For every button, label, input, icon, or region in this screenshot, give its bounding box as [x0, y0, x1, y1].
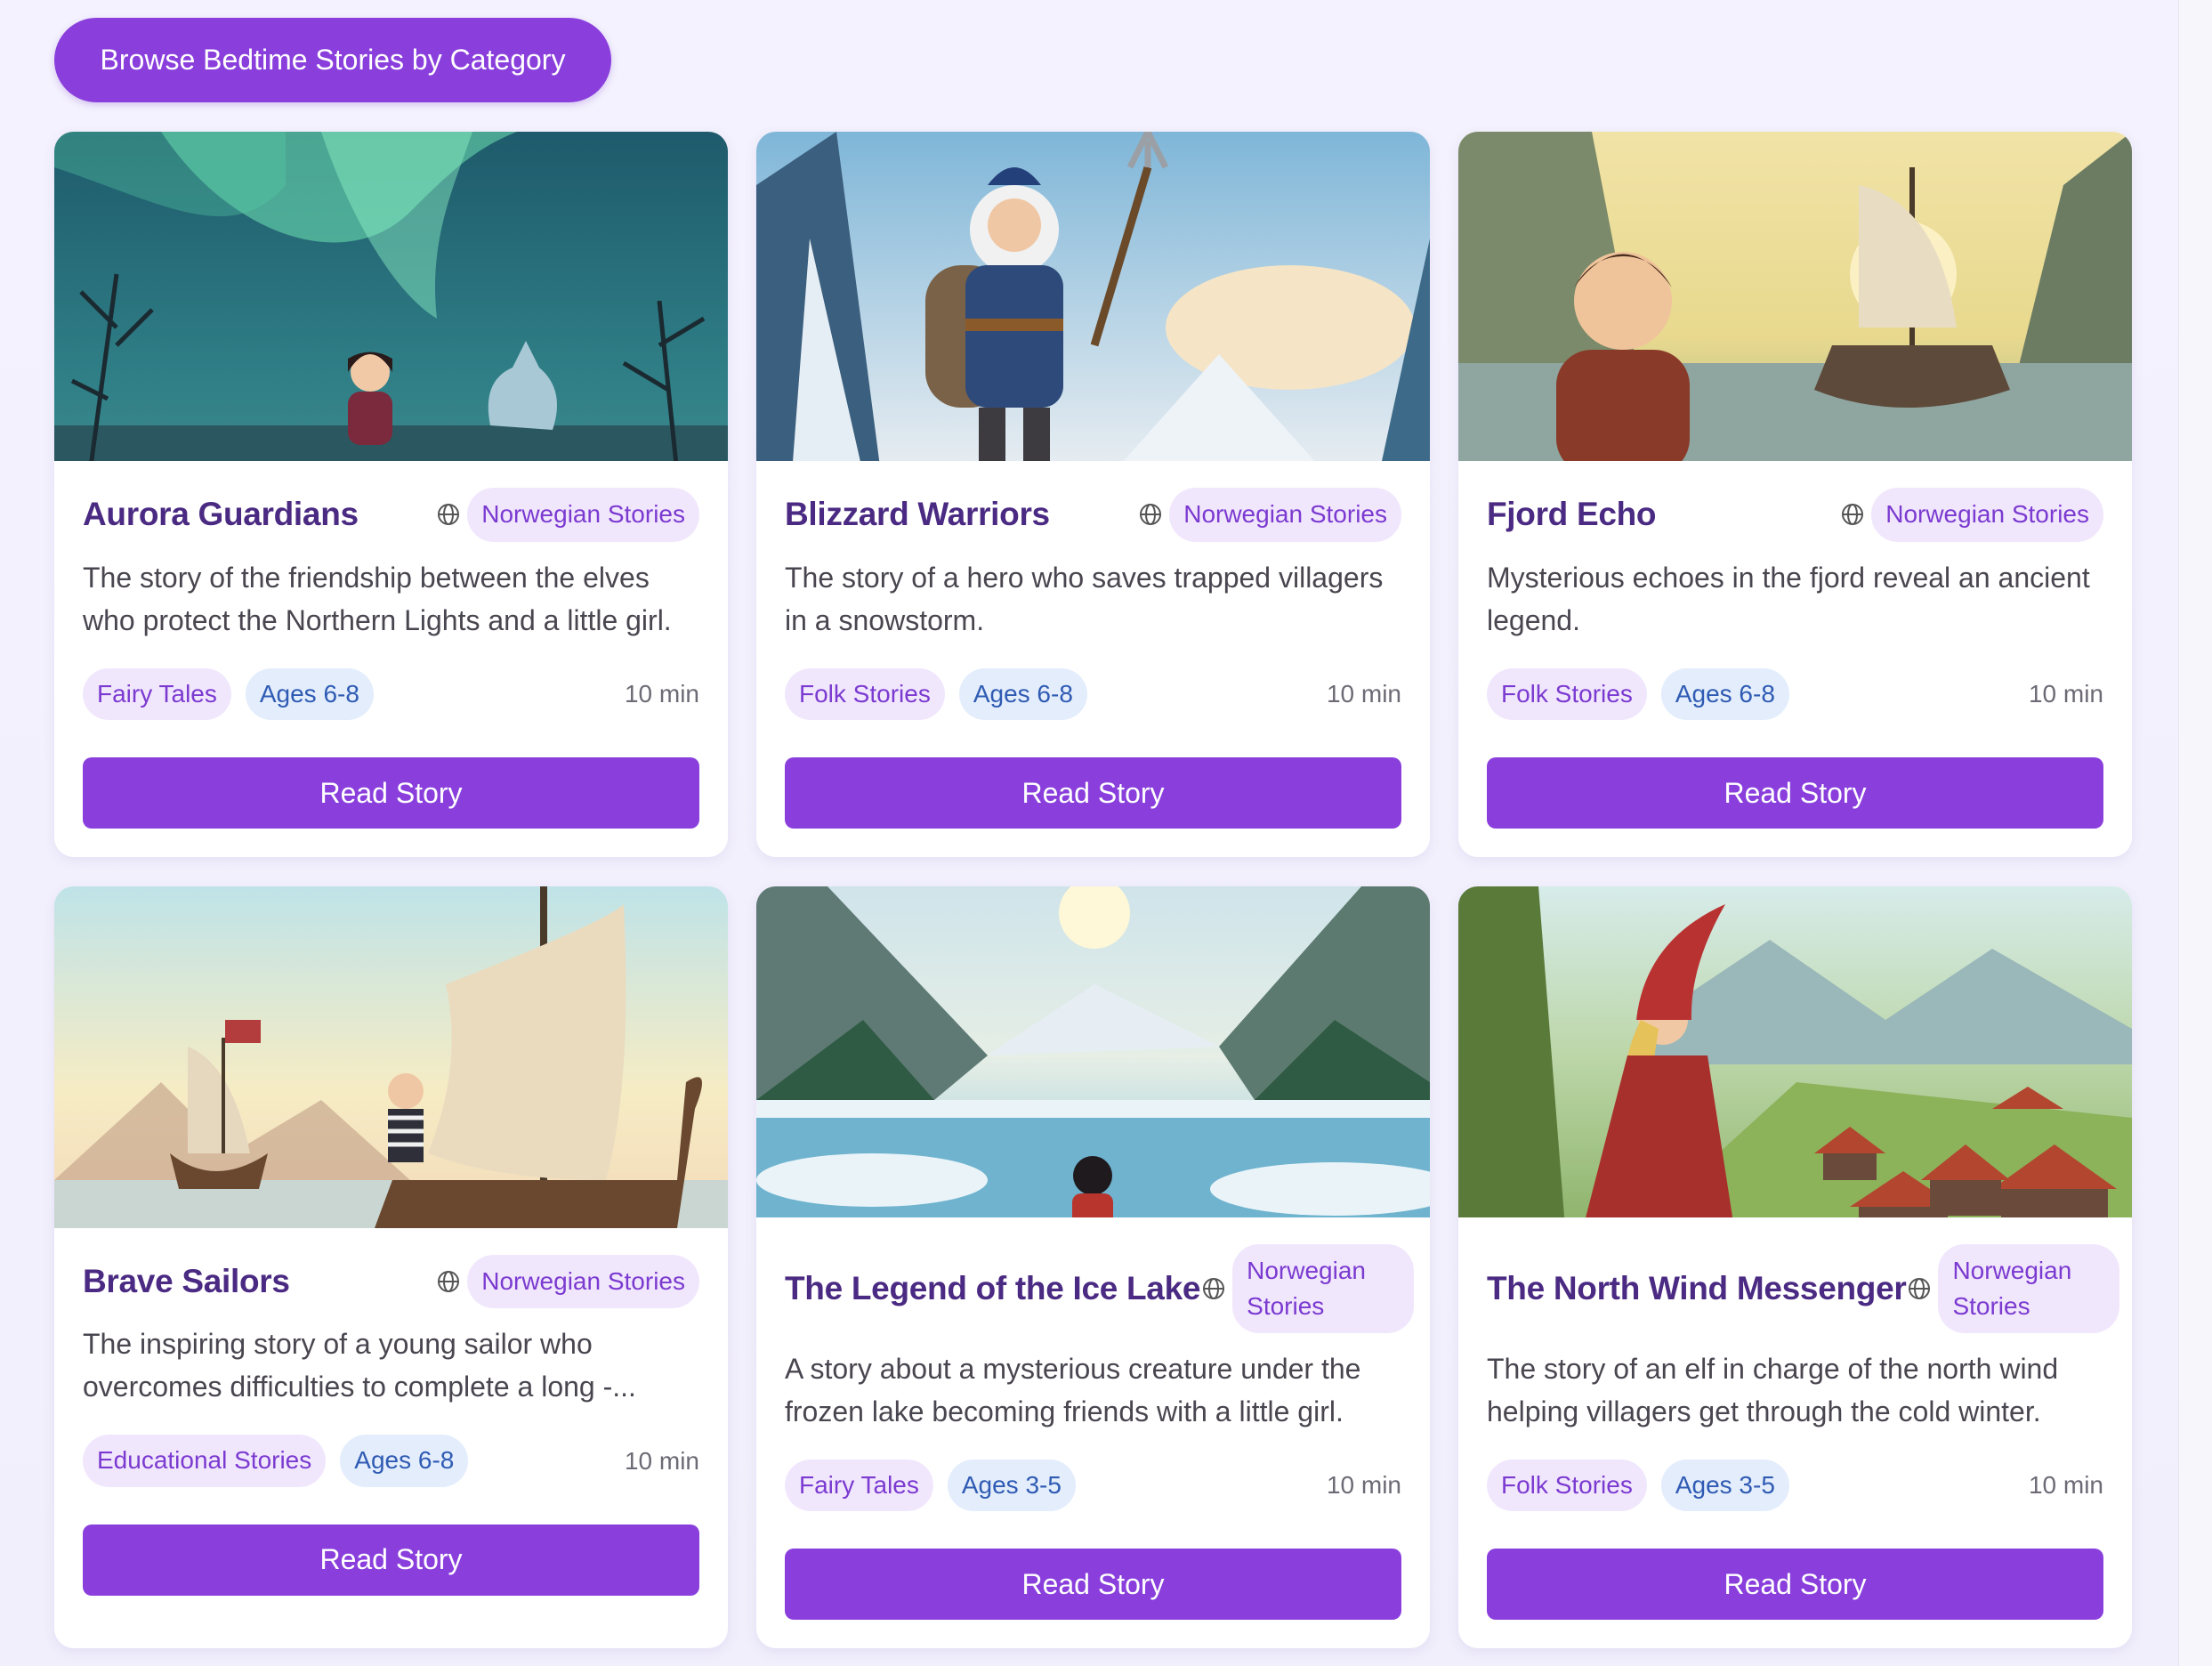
story-title[interactable]: The Legend of the Ice Lake	[785, 1270, 1200, 1307]
story-illustration[interactable]	[756, 886, 1430, 1217]
origin-tag: Norwegian Stories	[1938, 1243, 2120, 1333]
origin-tag: Norwegian Stories	[1169, 488, 1401, 542]
age-tag: Ages 3-5	[1660, 1459, 1789, 1511]
story-browser-page: Browse Bedtime Stories by Category Auror…	[0, 0, 2212, 1666]
story-card[interactable]: Brave Sailors Norwegian Stories The insp…	[54, 886, 728, 1648]
age-tag: Ages 6-8	[1660, 667, 1789, 720]
story-title[interactable]: Fjord Echo	[1487, 496, 1657, 533]
age-tag: Ages 6-8	[340, 1435, 469, 1487]
story-description: The story of a hero who saves trapped vi…	[785, 561, 1384, 636]
story-title[interactable]: Brave Sailors	[83, 1263, 290, 1300]
category-tag[interactable]: Fairy Tales	[83, 667, 231, 720]
category-tag[interactable]: Folk Stories	[785, 667, 945, 720]
globe-icon	[1137, 501, 1164, 528]
read-story-button[interactable]: Read Story	[1487, 757, 2103, 829]
story-title[interactable]: The North Wind Messenger	[1487, 1270, 1907, 1307]
globe-icon	[1200, 1275, 1227, 1302]
origin-tag: Norwegian Stories	[1232, 1243, 1415, 1333]
story-illustration[interactable]	[756, 132, 1430, 462]
globe-icon	[1839, 501, 1866, 528]
story-description: The story of the friendship between the …	[83, 561, 672, 636]
category-tag[interactable]: Folk Stories	[1487, 1459, 1647, 1511]
duration-label: 10 min	[1326, 679, 1401, 708]
story-description: Mysterious echoes in the fjord reveal an…	[1487, 561, 2090, 636]
origin-tag: Norwegian Stories	[467, 488, 699, 542]
globe-icon	[435, 1268, 462, 1295]
read-story-button[interactable]: Read Story	[785, 1549, 1401, 1620]
duration-label: 10 min	[1326, 1470, 1401, 1499]
duration-label: 10 min	[624, 1446, 699, 1475]
globe-icon	[435, 501, 462, 528]
read-story-button[interactable]: Read Story	[83, 1524, 699, 1596]
story-card[interactable]: Blizzard Warriors Norwegian Stories The …	[756, 132, 1430, 857]
category-tag[interactable]: Folk Stories	[1487, 667, 1647, 720]
story-description: A story about a mysterious creature unde…	[785, 1352, 1361, 1427]
story-title[interactable]: Aurora Guardians	[83, 496, 359, 533]
story-illustration[interactable]	[1458, 132, 2132, 462]
story-description: The inspiring story of a young sailor wh…	[83, 1328, 636, 1403]
scrollbar-track[interactable]	[2178, 0, 2212, 1666]
duration-label: 10 min	[2028, 1470, 2103, 1499]
origin-tag: Norwegian Stories	[1871, 488, 2103, 542]
category-tag[interactable]: Fairy Tales	[785, 1459, 933, 1511]
duration-label: 10 min	[624, 679, 699, 708]
read-story-button[interactable]: Read Story	[83, 757, 699, 829]
origin-tag: Norwegian Stories	[467, 1255, 699, 1309]
age-tag: Ages 6-8	[958, 667, 1087, 720]
globe-icon	[1906, 1275, 1933, 1302]
category-tag[interactable]: Educational Stories	[83, 1435, 327, 1487]
browse-by-category-button[interactable]: Browse Bedtime Stories by Category	[54, 18, 611, 102]
age-tag: Ages 3-5	[947, 1459, 1076, 1511]
story-title[interactable]: Blizzard Warriors	[785, 496, 1050, 533]
story-card[interactable]: Aurora Guardians Norwegian Stories The s…	[54, 132, 728, 857]
story-illustration[interactable]	[1458, 886, 2132, 1217]
story-illustration[interactable]	[54, 886, 728, 1228]
story-card[interactable]: Fjord Echo Norwegian Stories Mysterious …	[1458, 132, 2132, 857]
story-card[interactable]: The Legend of the Ice Lake Norwegian Sto…	[756, 886, 1430, 1648]
story-description: The story of an elf in charge of the nor…	[1487, 1352, 2059, 1427]
age-tag: Ages 6-8	[245, 667, 374, 720]
story-card[interactable]: The North Wind Messenger Norwegian Stori…	[1458, 886, 2132, 1648]
read-story-button[interactable]: Read Story	[1487, 1549, 2103, 1620]
story-illustration[interactable]	[54, 132, 728, 462]
story-grid: Aurora Guardians Norwegian Stories The s…	[54, 132, 2132, 1648]
read-story-button[interactable]: Read Story	[785, 757, 1401, 829]
duration-label: 10 min	[2028, 679, 2103, 708]
